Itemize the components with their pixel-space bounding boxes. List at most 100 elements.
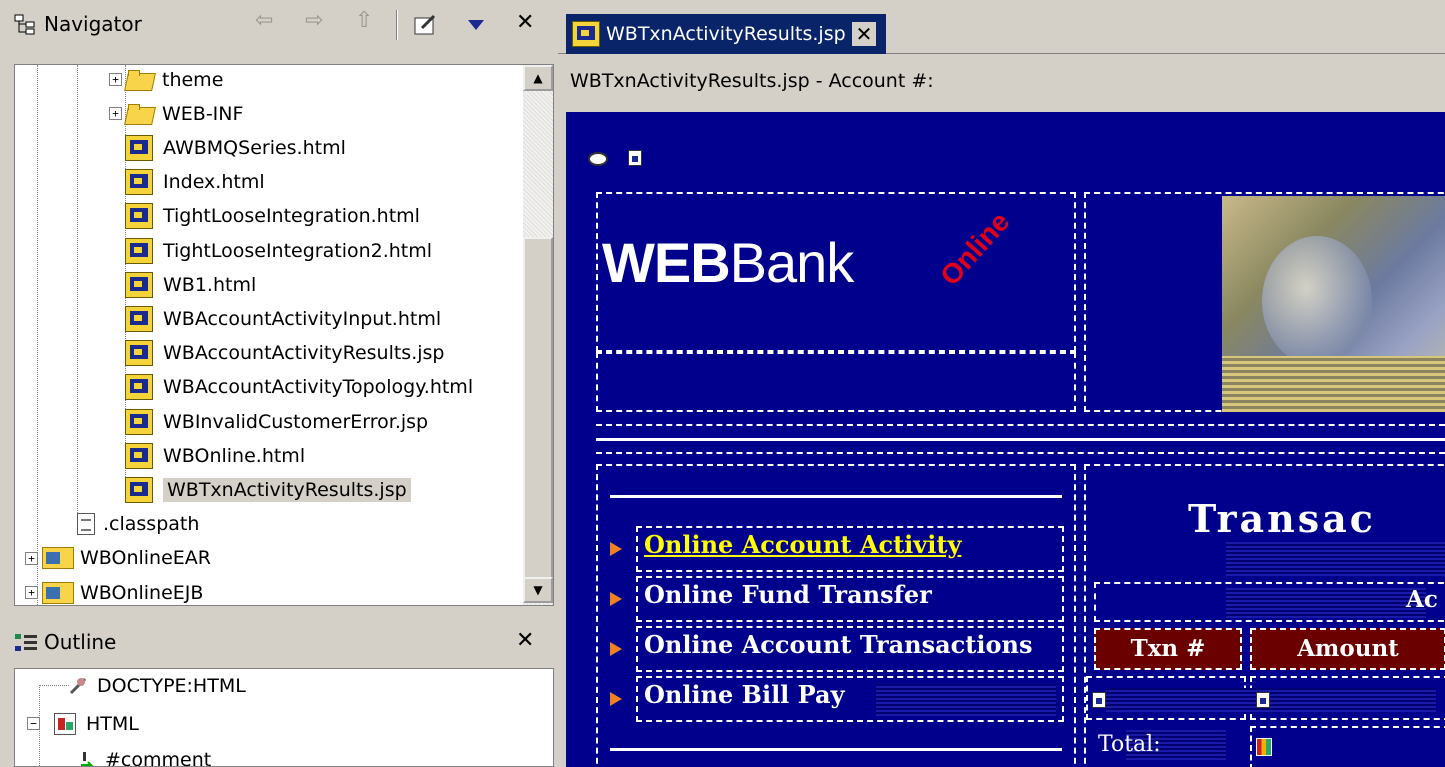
nav-link-account-transactions[interactable]: Online Account Transactions <box>644 630 1032 659</box>
logo-subcell <box>596 352 1076 412</box>
logo-web: WEB <box>602 231 731 294</box>
tree-item-label: WBOnlineEJB <box>80 581 204 604</box>
link-editor-icon[interactable] <box>414 14 438 36</box>
outline-tree: DOCTYPE:HTML − HTML #comment <box>14 668 554 767</box>
expand-icon[interactable]: + <box>25 551 38 565</box>
outline-panel: Outline ✕ DOCTYPE:HTML − HTML #comment <box>0 614 555 767</box>
text-file-icon <box>77 513 95 536</box>
tree-item-label: WBOnline.html <box>163 444 306 467</box>
tree-project[interactable]: + WBOnlineEJB <box>25 576 204 605</box>
total-label: Total: <box>1098 732 1161 757</box>
tree-file[interactable]: Index.html <box>125 166 265 199</box>
input-icon <box>628 150 642 166</box>
tree-file[interactable]: WBInvalidCustomerError.jsp <box>125 405 428 438</box>
tab-label: WBTxnActivityResults.jsp <box>606 23 846 45</box>
comment-icon <box>79 751 97 766</box>
tree-item-label: AWBMQSeries.html <box>163 136 346 159</box>
nav-link-fund-transfer[interactable]: Online Fund Transfer <box>644 580 932 609</box>
tree-item-label: .classpath <box>103 513 200 536</box>
bullet-arrow-icon <box>610 542 622 556</box>
outline-item[interactable]: − HTML <box>27 707 139 740</box>
navigator-titlebar: Navigator ⇦ ⇨ ⇧ ✕ <box>0 0 555 48</box>
web-file-icon <box>125 237 153 264</box>
web-file-icon <box>125 305 153 332</box>
html-tag-icon <box>54 712 76 735</box>
script-icon <box>588 152 608 166</box>
tree-file[interactable]: WBAccountActivityTopology.html <box>125 371 473 404</box>
input-icon <box>1256 692 1270 708</box>
web-file-icon <box>125 203 153 230</box>
expand-icon[interactable]: + <box>109 73 122 86</box>
logo-bank: Bank <box>729 231 855 294</box>
web-file-icon <box>125 134 153 161</box>
expand-icon[interactable]: + <box>109 107 122 121</box>
folder-icon <box>126 69 156 90</box>
tree-item-label: WBAccountActivityTopology.html <box>163 376 474 399</box>
scroll-thumb[interactable] <box>523 237 553 593</box>
nav-decoration <box>876 684 1056 716</box>
total-cell <box>1250 726 1445 767</box>
page-heading: Transac <box>1188 496 1376 541</box>
tree-file[interactable]: TightLooseIntegration.html <box>125 200 420 233</box>
expression-icon <box>1256 738 1272 756</box>
divider <box>596 438 1445 441</box>
tree-item-label: TightLooseIntegration2.html <box>163 239 433 262</box>
tree-project[interactable]: + WBOnlineEAR <box>25 542 211 575</box>
tree-file[interactable]: .classpath <box>77 508 199 541</box>
bullet-arrow-icon <box>610 592 622 606</box>
tree-folder[interactable]: + WEB-INF <box>109 97 243 130</box>
navigator-tree: + theme + WEB-INF AWBMQSeries.html Index.html… <box>14 64 554 606</box>
close-icon[interactable]: ✕ <box>851 22 877 46</box>
bullet-arrow-icon <box>610 642 622 656</box>
tree-file[interactable]: AWBMQSeries.html <box>125 131 346 164</box>
toolbar-divider <box>396 10 398 40</box>
web-file-icon <box>125 271 153 298</box>
outline-view-icon <box>14 632 38 654</box>
navigator-panel: Navigator ⇦ ⇨ ⇧ ✕ + theme + WEB-INF AWBMQSer… <box>0 0 555 610</box>
nav-rule <box>610 748 1062 751</box>
input-icon <box>1092 692 1106 708</box>
banner-photo <box>1222 196 1445 412</box>
bullet-arrow-icon <box>610 692 622 706</box>
tree-item-label: WBInvalidCustomerError.jsp <box>163 410 429 433</box>
tree-folder[interactable]: + theme <box>109 65 224 96</box>
close-icon[interactable]: ✕ <box>516 10 534 35</box>
web-file-icon <box>125 442 153 469</box>
caption-decoration <box>1226 588 1426 618</box>
expand-icon[interactable]: + <box>25 586 38 599</box>
scroll-down-button[interactable]: ▼ <box>523 577 553 603</box>
tree-file[interactable]: WB1.html <box>125 268 256 301</box>
scroll-up-button[interactable]: ▲ <box>523 65 553 91</box>
design-canvas: WEBBank Online Online Account Activity O… <box>566 112 1445 767</box>
navigator-title: Navigator <box>44 12 142 36</box>
tree-file[interactable]: WBAccountActivityResults.jsp <box>125 337 444 370</box>
nav-rule <box>610 495 1062 498</box>
tree-item-label: theme <box>162 68 224 91</box>
tree-item-label: WEB-INF <box>162 102 244 125</box>
collapse-icon[interactable]: − <box>27 717 40 730</box>
nav-link-bill-pay[interactable]: Online Bill Pay <box>644 680 845 709</box>
outline-item[interactable]: DOCTYPE:HTML <box>69 669 246 702</box>
nav-link-account-activity[interactable]: Online Account Activity <box>644 530 961 559</box>
tree-item-label: WBTxnActivityResults.jsp <box>163 477 411 502</box>
tree-file[interactable]: TightLooseIntegration2.html <box>125 234 432 267</box>
column-header-txn: Txn # <box>1094 628 1242 670</box>
doctype-icon <box>69 677 87 695</box>
up-arrow-icon[interactable]: ⇧ <box>355 8 373 33</box>
jsp-file-icon <box>572 21 600 47</box>
web-file-icon <box>125 340 153 367</box>
back-arrow-icon[interactable]: ⇦ <box>255 8 273 33</box>
web-file-icon <box>125 476 153 503</box>
tree-file[interactable]: WBAccountActivityInput.html <box>125 302 441 335</box>
navigator-scrollbar[interactable]: ▲ ▼ <box>523 65 553 605</box>
tree-file[interactable]: WBTxnActivityResults.jsp <box>125 473 411 506</box>
view-menu-icon[interactable] <box>468 20 484 30</box>
tree-file[interactable]: WBOnline.html <box>125 439 305 472</box>
close-icon[interactable]: ✕ <box>516 628 534 653</box>
tab-editor-file[interactable]: WBTxnActivityResults.jsp ✕ <box>566 14 887 54</box>
folder-icon <box>126 103 156 124</box>
forward-arrow-icon[interactable]: ⇨ <box>305 8 323 33</box>
web-file-icon <box>125 374 153 401</box>
project-icon <box>42 547 74 570</box>
outline-item[interactable]: #comment <box>79 743 211 766</box>
